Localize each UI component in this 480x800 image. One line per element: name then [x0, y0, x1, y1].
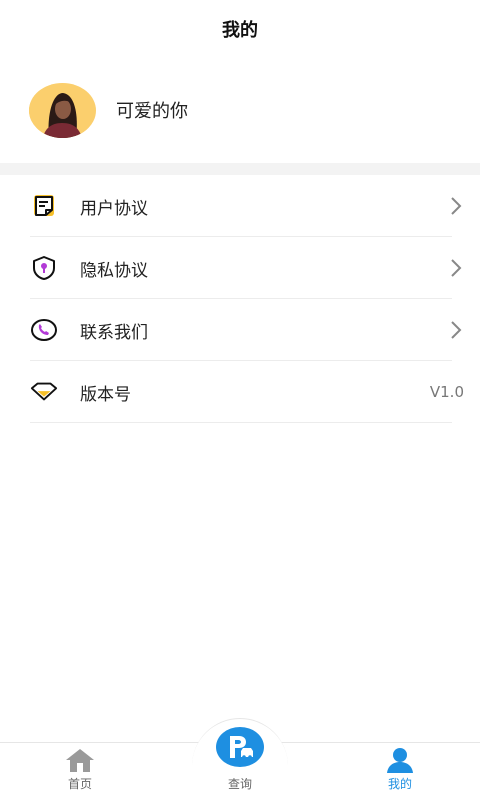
shield-lock-icon [30, 254, 58, 282]
tab-home[interactable]: 首页 [0, 743, 160, 800]
profile-page: 我的 可爱的你 用户协议 隐私协议 联系我们 版本号 V1.0 首页 查询 我的 [0, 0, 480, 800]
phone-icon [30, 316, 58, 344]
chevron-right-icon [451, 259, 462, 277]
tab-label: 我的 [387, 777, 412, 791]
user-icon [383, 747, 417, 773]
section-divider [0, 163, 480, 175]
home-icon [63, 747, 97, 773]
menu-item-label: 版本号 [80, 384, 131, 405]
header: 我的 [0, 0, 480, 58]
menu-item-contact-us[interactable]: 联系我们 [0, 299, 480, 361]
parking-query-button[interactable] [216, 727, 264, 767]
page-title: 我的 [222, 20, 258, 41]
menu-item-label: 用户协议 [80, 198, 148, 219]
menu-item-label: 隐私协议 [80, 260, 148, 281]
version-value: V1.0 [429, 383, 464, 401]
profile-name: 可爱的你 [116, 101, 188, 122]
diamond-icon [30, 378, 58, 406]
parking-icon [230, 736, 253, 759]
profile-card[interactable]: 可爱的你 [0, 70, 480, 150]
avatar-woman-icon [29, 83, 96, 138]
chevron-right-icon [451, 197, 462, 215]
menu-item-user-agreement[interactable]: 用户协议 [0, 175, 480, 237]
settings-menu: 用户协议 隐私协议 联系我们 版本号 V1.0 [0, 175, 480, 423]
chevron-right-icon [451, 321, 462, 339]
menu-item-label: 联系我们 [80, 322, 148, 343]
menu-item-version: 版本号 V1.0 [0, 361, 480, 423]
tab-mine[interactable]: 我的 [320, 743, 480, 800]
avatar[interactable] [29, 82, 96, 138]
menu-item-privacy-agreement[interactable]: 隐私协议 [0, 237, 480, 299]
document-icon [30, 192, 58, 220]
tab-label: 首页 [67, 777, 92, 791]
